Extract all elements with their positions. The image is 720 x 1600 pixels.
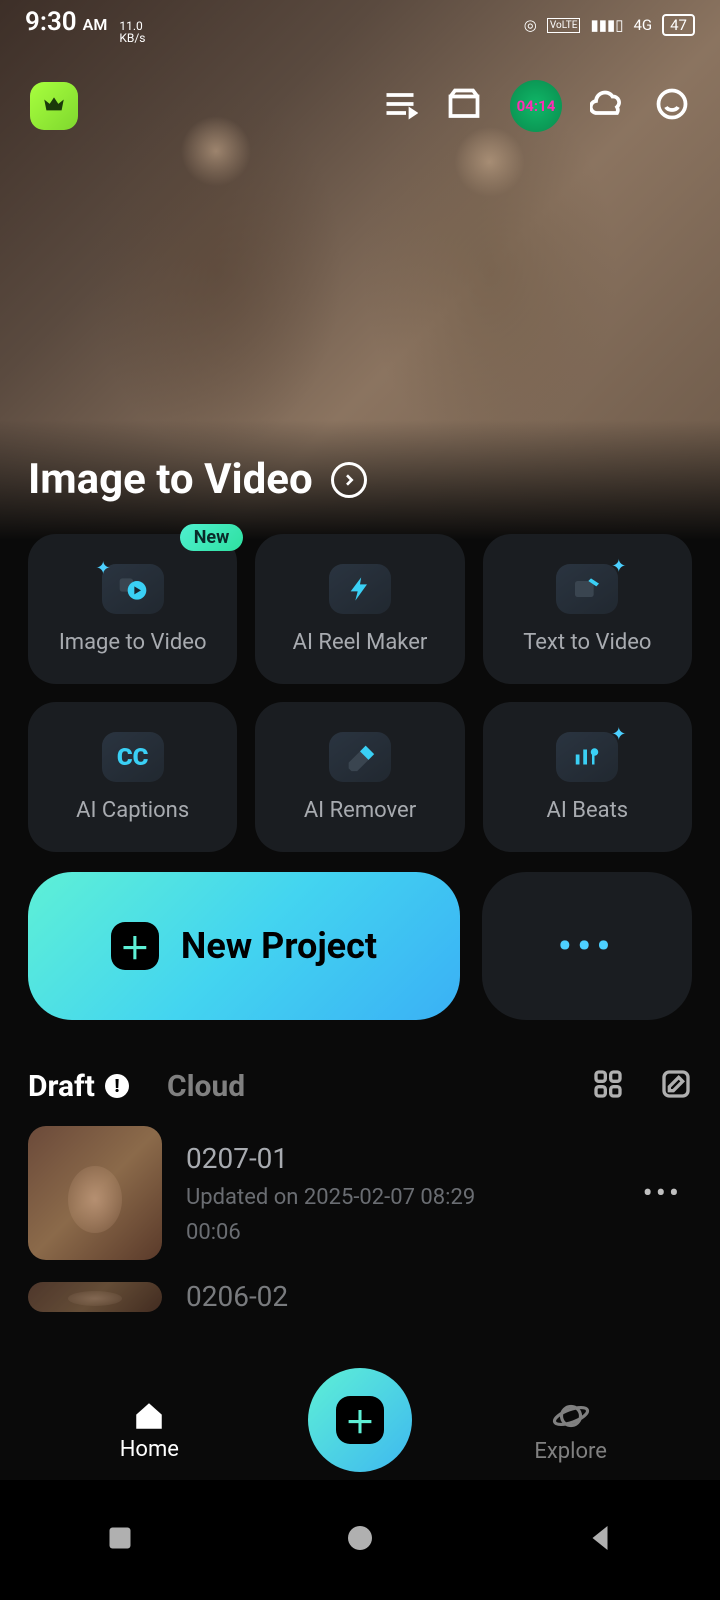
draft-list: 0207-01 Updated on 2025-02-07 08:29 00:0… <box>0 1104 720 1313</box>
status-time: 9:30 <box>25 7 77 37</box>
alert-icon: ! <box>105 1074 129 1098</box>
plus-icon: ＋ <box>111 922 159 970</box>
more-actions-button[interactable]: ••• <box>482 872 692 1020</box>
drafts-tabs: Draft ! Cloud <box>0 1068 720 1104</box>
premium-crown-button[interactable] <box>30 82 78 130</box>
hero-title-text: Image to Video <box>28 455 313 504</box>
edit-icon[interactable] <box>660 1068 692 1104</box>
nav-home[interactable]: Home <box>89 1399 209 1462</box>
bottom-nav: Home ＋ Explore <box>0 1380 720 1480</box>
tool-ai-beats[interactable]: ✦ AI Beats <box>483 702 692 852</box>
action-row: ＋ New Project ••• <box>0 872 720 1020</box>
draft-item[interactable]: 0207-01 Updated on 2025-02-07 08:29 00:0… <box>28 1126 692 1260</box>
nav-home-label: Home <box>120 1437 179 1462</box>
tool-label: AI Beats <box>546 798 628 823</box>
status-ampm: AM <box>83 15 108 34</box>
tool-ai-remover[interactable]: AI Remover <box>255 702 464 852</box>
tools-grid: New ✦ Image to Video AI Reel Maker ✦ Tex… <box>0 534 720 852</box>
tool-label: Image to Video <box>59 630 207 655</box>
system-nav-bar <box>0 1480 720 1600</box>
image-to-video-icon: ✦ <box>102 564 164 614</box>
hotspot-icon: ◎ <box>524 16 537 34</box>
tool-label: Text to Video <box>523 630 651 655</box>
planet-icon <box>552 1397 590 1435</box>
new-project-label: New Project <box>181 925 377 967</box>
tab-draft-label: Draft <box>28 1069 95 1104</box>
draft-name: 0207-01 <box>186 1142 609 1175</box>
hero-title-link[interactable]: Image to Video <box>28 455 367 504</box>
tool-label: AI Reel Maker <box>293 630 428 655</box>
draft-updated: Updated on 2025-02-07 08:29 <box>186 1185 609 1210</box>
home-icon <box>132 1399 166 1433</box>
home-button[interactable] <box>342 1520 378 1560</box>
playlist-icon[interactable] <box>382 86 418 126</box>
network-speed: 11.0 KB/s <box>119 20 145 44</box>
draft-thumbnail <box>28 1126 162 1260</box>
shop-icon[interactable] <box>446 86 482 126</box>
new-project-button[interactable]: ＋ New Project <box>28 872 460 1020</box>
draft-item[interactable]: 0206-02 <box>28 1280 692 1313</box>
new-badge: New <box>180 524 244 551</box>
hero-banner[interactable]: 04:14 Image to Video <box>0 0 720 540</box>
grid-view-icon[interactable] <box>592 1068 624 1104</box>
draft-more-button[interactable]: ••• <box>633 1176 692 1211</box>
draft-duration: 00:06 <box>186 1220 609 1245</box>
nav-explore[interactable]: Explore <box>511 1397 631 1464</box>
plus-icon: ＋ <box>336 1396 384 1444</box>
more-dots-icon: ••• <box>558 925 616 967</box>
tab-cloud[interactable]: Cloud <box>167 1069 245 1104</box>
tab-cloud-label: Cloud <box>167 1069 245 1104</box>
remover-icon <box>329 732 391 782</box>
tool-ai-captions[interactable]: CC AI Captions <box>28 702 237 852</box>
text-to-video-icon: ✦ <box>556 564 618 614</box>
tab-draft[interactable]: Draft ! <box>28 1069 129 1104</box>
tool-label: AI Remover <box>304 798 416 823</box>
recents-button[interactable] <box>102 1520 138 1560</box>
back-button[interactable] <box>582 1520 618 1560</box>
tool-text-to-video[interactable]: ✦ Text to Video <box>483 534 692 684</box>
tool-ai-reel-maker[interactable]: AI Reel Maker <box>255 534 464 684</box>
captions-icon: CC <box>102 732 164 782</box>
reel-maker-icon <box>329 564 391 614</box>
status-bar: 9:30 AM 11.0 KB/s ◎ VoLTE ▮▮▮▯ 4G 47 <box>0 0 720 50</box>
signal-icon: ▮▮▮▯ <box>590 16 623 34</box>
volte-icon: VoLTE <box>547 18 581 33</box>
sync-timer-badge[interactable]: 04:14 <box>510 80 562 132</box>
cloud-icon[interactable] <box>590 86 626 126</box>
tool-label: AI Captions <box>76 798 189 823</box>
draft-thumbnail <box>28 1282 162 1312</box>
network-type: 4G <box>633 16 652 34</box>
sync-timer-text: 04:14 <box>517 97 556 115</box>
nav-explore-label: Explore <box>534 1439 607 1464</box>
chevron-right-icon <box>331 462 367 498</box>
beats-icon: ✦ <box>556 732 618 782</box>
profile-icon[interactable] <box>654 86 690 126</box>
draft-name: 0206-02 <box>186 1280 692 1313</box>
tool-image-to-video[interactable]: New ✦ Image to Video <box>28 534 237 684</box>
battery-indicator: 47 <box>662 14 695 36</box>
create-fab[interactable]: ＋ <box>308 1368 412 1472</box>
